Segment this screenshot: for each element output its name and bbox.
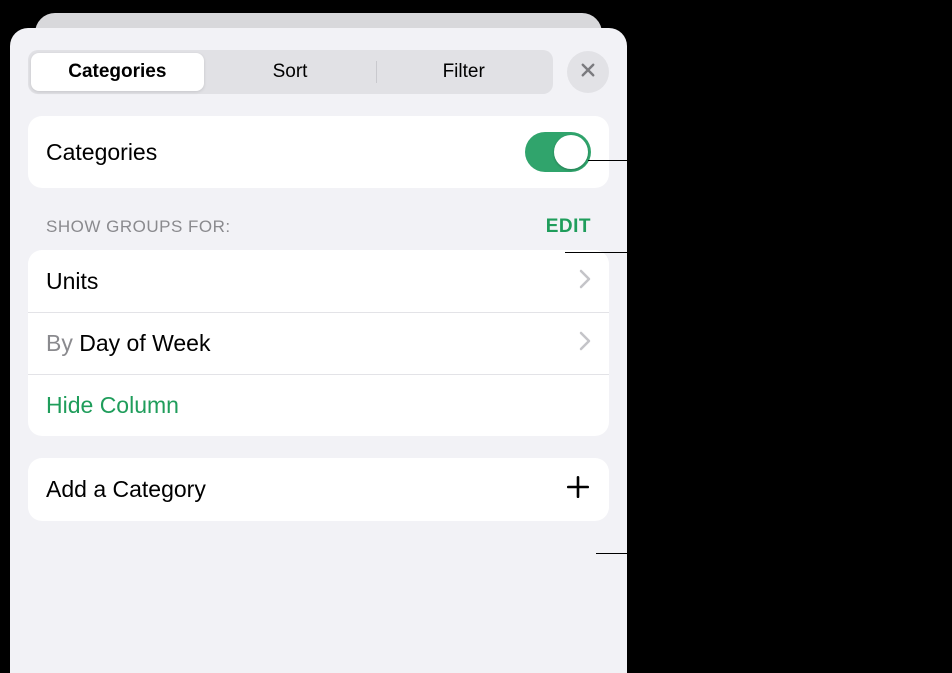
group-row-units[interactable]: Units: [28, 250, 609, 312]
tab-sort[interactable]: Sort: [204, 53, 377, 91]
tab-categories[interactable]: Categories: [31, 53, 204, 91]
tab-label: Categories: [68, 61, 166, 83]
group-name: Day of Week: [79, 330, 210, 356]
hide-column-label: Hide Column: [46, 392, 591, 419]
hide-column-row[interactable]: Hide Column: [28, 374, 609, 436]
categories-toggle-card: Categories: [28, 116, 609, 188]
groups-section-header: Show Groups For: EDIT: [28, 188, 609, 244]
toggle-knob: [554, 135, 588, 169]
plus-icon: [565, 474, 591, 505]
group-name: Units: [46, 268, 98, 294]
chevron-right-icon: [579, 331, 591, 356]
callout-toggle: Turn categories on or off.: [656, 133, 901, 162]
tab-label: Sort: [273, 61, 308, 83]
categories-toggle-row: Categories: [28, 116, 609, 188]
add-category-card: Add a Category: [28, 458, 609, 521]
leader-line: [596, 553, 647, 554]
group-label: By Day of Week: [46, 330, 571, 357]
group-row-day-of-week[interactable]: By Day of Week: [28, 312, 609, 374]
close-button[interactable]: [567, 51, 609, 93]
group-label: Units: [46, 268, 571, 295]
categories-toggle[interactable]: [525, 132, 591, 172]
group-prefix: By: [46, 330, 79, 356]
edit-button[interactable]: EDIT: [546, 216, 591, 238]
toggle-label: Categories: [46, 139, 525, 166]
leader-line: [588, 160, 647, 161]
add-category-label: Add a Category: [46, 476, 565, 503]
close-icon: [579, 61, 597, 84]
segmented-control: Categories Sort Filter: [28, 50, 553, 94]
groups-list-card: Units By Day of Week Hide Column: [28, 250, 609, 436]
callout-add: To add a category or subcategory, tap Ad…: [656, 526, 946, 642]
callout-edit: To delete or rearrange a category, tap E…: [656, 225, 946, 283]
organize-sheet: Categories Sort Filter Categories: [10, 28, 627, 673]
annotation-layer: Turn categories on or off. To delete or …: [656, 0, 946, 673]
tab-filter[interactable]: Filter: [377, 53, 550, 91]
tab-label: Filter: [443, 61, 485, 83]
add-category-row[interactable]: Add a Category: [28, 458, 609, 521]
groups-header-title: Show Groups For:: [46, 217, 231, 237]
leader-line: [565, 252, 647, 253]
chevron-right-icon: [579, 269, 591, 294]
